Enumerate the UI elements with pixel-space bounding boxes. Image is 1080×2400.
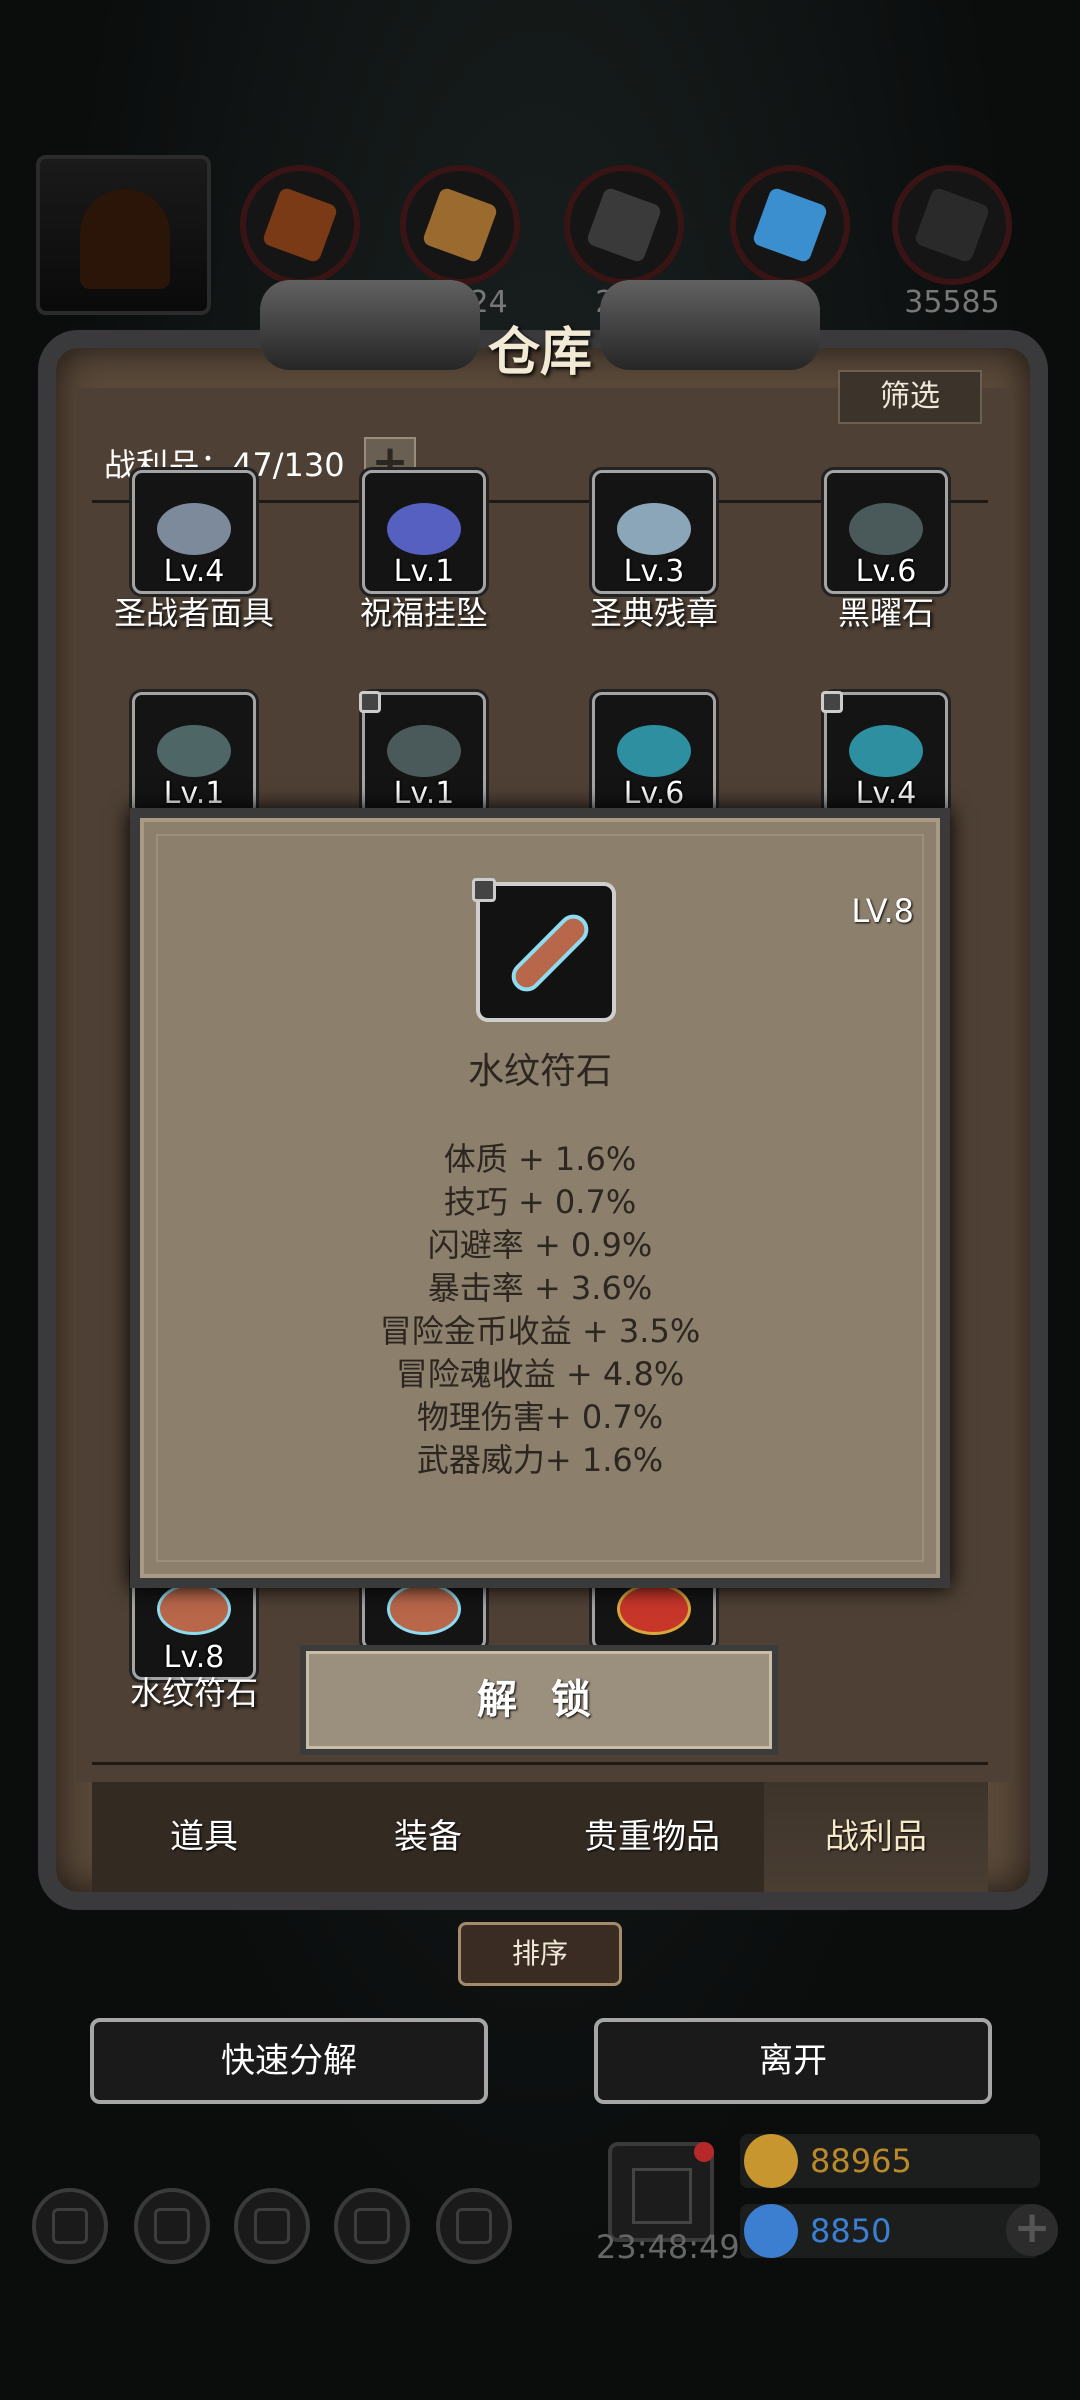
- stat-line: 技巧 + 0.7%: [443, 1183, 637, 1221]
- crystal-icon: [751, 186, 829, 264]
- stat-line: 体质 + 1.6%: [443, 1140, 637, 1178]
- item-name: 圣典残章: [589, 594, 718, 632]
- mask-icon: [157, 503, 231, 555]
- stat-line: 武器威力+ 1.6%: [416, 1441, 664, 1479]
- iron-icon: [585, 186, 663, 264]
- tab-items[interactable]: 道具: [92, 1782, 316, 1892]
- item-slot[interactable]: Lv.4: [132, 470, 256, 594]
- item-level: Lv.6: [855, 554, 917, 589]
- hood-icon: [80, 189, 170, 289]
- gear-icon: [52, 2208, 88, 2244]
- item-tooltip: LV.8 水纹符石 体质 + 1.6% 技巧 + 0.7% 闪避率 + 0.9%…: [130, 808, 950, 1588]
- resource-count: 35585: [904, 285, 1000, 320]
- gift-icon: [632, 2168, 692, 2224]
- tooltip-stats: 体质 + 1.6% 技巧 + 0.7% 闪避率 + 0.9% 暴击率 + 3.6…: [140, 1138, 940, 1482]
- water-rune-icon: [505, 908, 595, 998]
- aqua-stone-icon: [849, 725, 923, 777]
- item-level: Lv.6: [623, 776, 685, 811]
- gem-balance: 8850: [740, 2204, 1040, 2258]
- character-portrait[interactable]: [36, 155, 211, 315]
- bag-icon: [456, 2208, 492, 2244]
- page-title: 仓库: [487, 323, 592, 383]
- resource-slot[interactable]: [564, 165, 684, 285]
- achievements-icon[interactable]: [134, 2188, 210, 2264]
- unlock-button[interactable]: 解 锁: [300, 1645, 778, 1755]
- lock-icon: [472, 878, 496, 902]
- stat-line: 冒险魂收益 + 4.8%: [395, 1355, 685, 1393]
- water-rune-icon: [387, 1583, 461, 1635]
- tooltip-item-level: LV.8: [851, 892, 914, 930]
- tooltip-item-icon: [472, 878, 616, 1022]
- notification-dot: [694, 2142, 714, 2162]
- item-slot[interactable]: Lv.1: [359, 691, 486, 816]
- item-level: Lv.1: [393, 776, 455, 811]
- stat-line: 闪避率 + 0.9%: [427, 1226, 653, 1264]
- item-name: 圣战者面具: [113, 594, 274, 632]
- banner-icon: [254, 2208, 290, 2244]
- stone-icon: [157, 725, 231, 777]
- stat-line: 物理伤害+ 0.7%: [416, 1398, 664, 1436]
- badge-icon: [617, 1583, 691, 1635]
- item-slot[interactable]: Lv.1: [362, 470, 486, 594]
- filter-button[interactable]: 筛选: [838, 370, 982, 424]
- item-level: Lv.4: [163, 554, 225, 589]
- envelope-icon: [354, 2208, 390, 2244]
- item-slot[interactable]: Lv.6: [592, 692, 716, 816]
- title-crest: 仓库: [260, 270, 820, 390]
- leave-button[interactable]: 离开: [594, 2018, 992, 2104]
- wood-icon: [421, 186, 499, 264]
- settings-icon[interactable]: [32, 2188, 108, 2264]
- item-slot[interactable]: Lv.4: [821, 691, 948, 816]
- stat-line: 冒险金币收益 + 3.5%: [379, 1312, 701, 1350]
- divider: [92, 1762, 988, 1765]
- gem-amount: 8850: [810, 2212, 892, 2250]
- gold-amount: 88965: [810, 2142, 912, 2180]
- tooltip-item-name: 水纹符石: [467, 1051, 612, 1092]
- shop-icon[interactable]: [436, 2188, 512, 2264]
- item-slot[interactable]: Lv.1: [132, 692, 256, 816]
- item-level: Lv.1: [393, 554, 455, 589]
- item-level: Lv.3: [623, 554, 685, 589]
- stat-line: 暴击率 + 3.6%: [427, 1269, 653, 1307]
- sort-button[interactable]: 排序: [458, 1922, 622, 1986]
- stone-icon: [387, 725, 461, 777]
- gem-icon: [744, 2204, 798, 2258]
- mail-icon[interactable]: [334, 2188, 410, 2264]
- tab-valuables[interactable]: 贵重物品: [540, 1782, 764, 1892]
- tab-loot[interactable]: 战利品: [764, 1782, 988, 1892]
- gift-timer: 23:48:49: [596, 2228, 740, 2266]
- resource-slot[interactable]: [892, 165, 1012, 285]
- guild-icon[interactable]: [234, 2188, 310, 2264]
- resource-slot[interactable]: [240, 165, 360, 285]
- quick-decompose-button[interactable]: 快速分解: [90, 2018, 488, 2104]
- gift-button[interactable]: [608, 2142, 714, 2242]
- item-name: 祝福挂坠: [359, 594, 488, 632]
- item-slot[interactable]: Lv.6: [824, 470, 948, 594]
- item-name: 水纹符石: [129, 1674, 258, 1712]
- ore-icon: [261, 186, 339, 264]
- aqua-stone-icon: [617, 725, 691, 777]
- item-level: Lv.1: [163, 776, 225, 811]
- tab-equipment[interactable]: 装备: [316, 1782, 540, 1892]
- water-rune-icon: [157, 1583, 231, 1635]
- anvil-icon: [913, 186, 991, 264]
- item-slot[interactable]: Lv.3: [592, 470, 716, 594]
- gold-coin-icon: [744, 2134, 798, 2188]
- category-tabs: 道具 装备 贵重物品 战利品: [92, 1782, 988, 1892]
- pendant-icon: [387, 503, 461, 555]
- lock-icon: [359, 691, 381, 713]
- item-level: Lv.4: [855, 776, 917, 811]
- resource-slot[interactable]: [400, 165, 520, 285]
- scripture-icon: [617, 503, 691, 555]
- add-gems-button[interactable]: +: [1006, 2204, 1058, 2256]
- resource-slot[interactable]: [730, 165, 850, 285]
- lock-icon: [821, 691, 843, 713]
- gold-balance: 88965: [740, 2134, 1040, 2188]
- item-name: 黑曜石: [837, 594, 934, 632]
- obsidian-icon: [849, 503, 923, 555]
- star-icon: [154, 2208, 190, 2244]
